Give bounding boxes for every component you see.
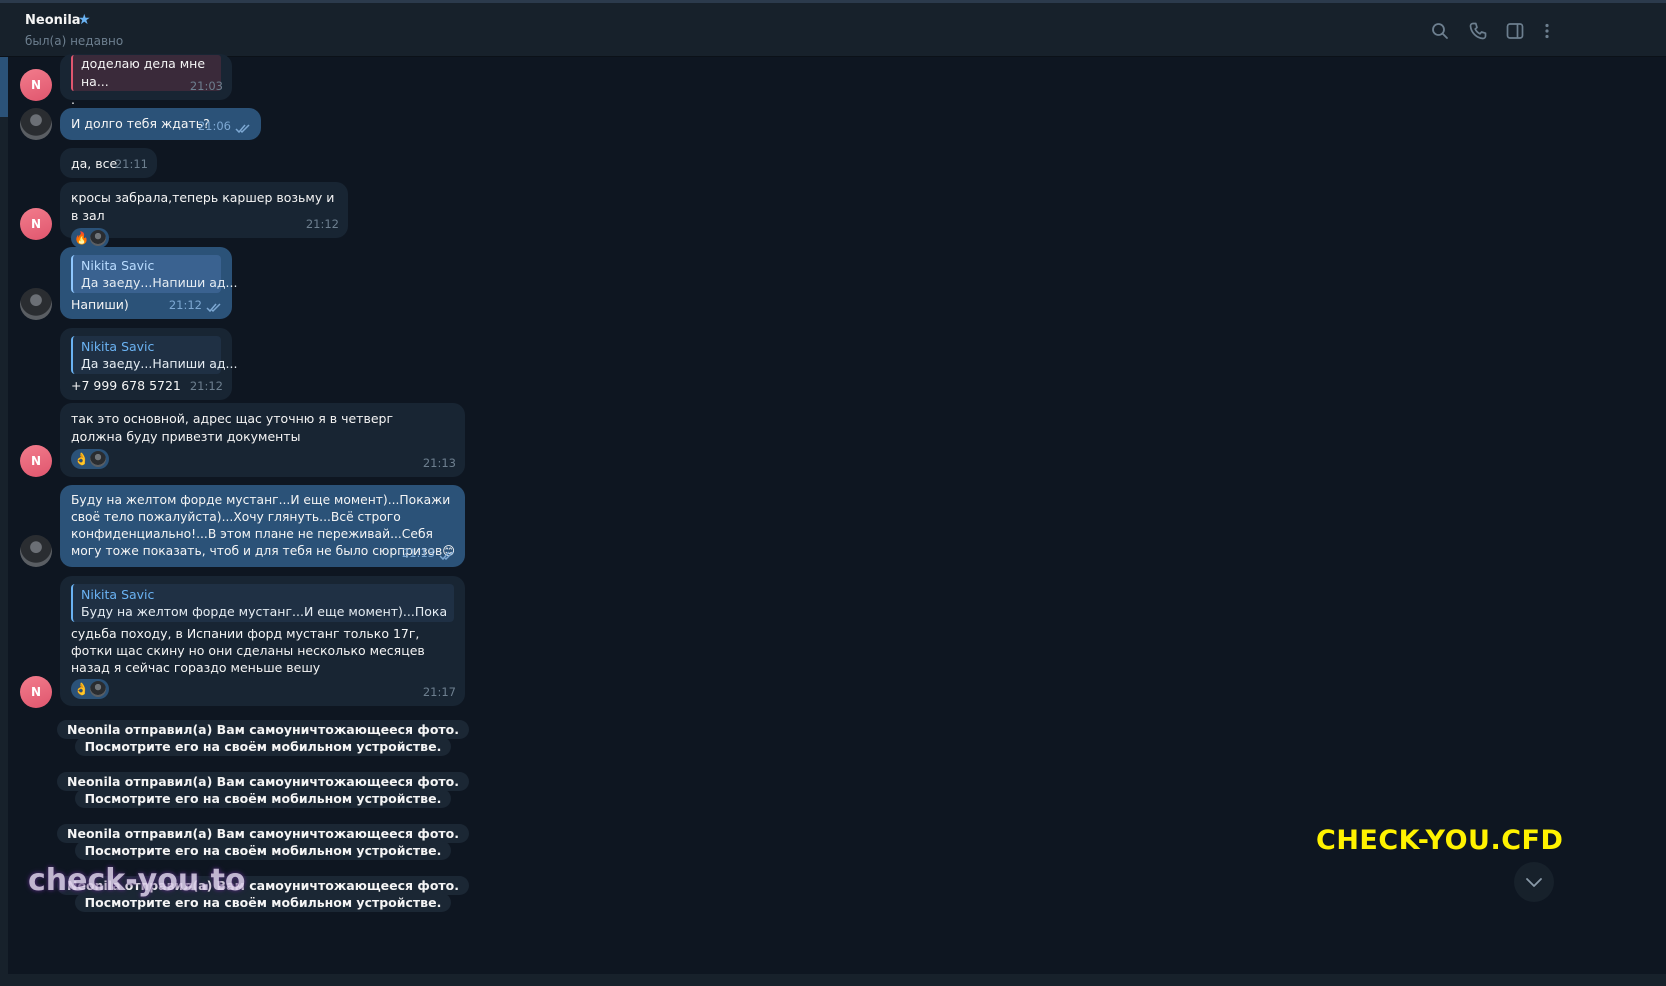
reply-sender: Nikita Savic bbox=[81, 339, 155, 354]
avatar[interactable]: N bbox=[20, 676, 52, 708]
message-bubble[interactable]: кросы забрала,теперь каршер возьму и в з… bbox=[60, 182, 348, 248]
fire-reaction-icon: 🔥 bbox=[74, 231, 89, 245]
reaction-badge[interactable]: 👌 bbox=[71, 679, 109, 699]
read-checkmark-icon bbox=[206, 303, 221, 313]
chevron-down-icon bbox=[1526, 878, 1542, 887]
message-time: 21:12 bbox=[305, 217, 339, 231]
service-message: Neonila отправил(а) Вам самоуничтожающее… bbox=[27, 772, 499, 808]
service-message: Neonila отправил(а) Вам самоуничтожающее… bbox=[27, 824, 499, 860]
read-checkmark-icon bbox=[439, 551, 454, 561]
reply-quote[interactable]: Nikita Savic Да заеду...Напиши ад... bbox=[71, 336, 238, 374]
message-bubble[interactable]: Nikita Savic Да заеду...Напиши ад... +7 … bbox=[60, 328, 238, 400]
message-text: так это основной, адрес щас уточню я в ч… bbox=[71, 411, 397, 444]
message-time: 21:11 bbox=[114, 157, 148, 171]
read-checkmark-icon bbox=[235, 124, 250, 134]
message-time: 21:12 bbox=[168, 298, 202, 312]
reaction-badge[interactable]: 🔥 bbox=[71, 228, 109, 248]
message-time: 21:03 bbox=[189, 79, 223, 93]
message-bubble[interactable]: Буду на желтом форде мустанг...И еще мом… bbox=[60, 485, 465, 567]
message-time: 21:13 bbox=[422, 456, 456, 470]
avatar[interactable]: N bbox=[20, 69, 52, 101]
reactor-avatar bbox=[90, 230, 106, 246]
reply-text: Да заеду...Напиши ад... bbox=[81, 356, 238, 371]
ok-hand-reaction-icon: 👌 bbox=[74, 452, 89, 466]
active-chat-indicator[interactable] bbox=[0, 57, 8, 117]
my-avatar[interactable] bbox=[20, 535, 52, 567]
watermark-right: CHECK-YOU.CFD bbox=[1316, 825, 1564, 856]
message-text: судьба походу, в Испании форд мустанг то… bbox=[71, 626, 429, 675]
message-time: 21:17 bbox=[422, 685, 456, 699]
scroll-down-button[interactable] bbox=[1514, 862, 1554, 902]
message-time: 21:06 bbox=[197, 119, 231, 133]
reply-text: Да заеду...Напиши ад... bbox=[81, 275, 238, 290]
reply-sender: Nikita Savic bbox=[81, 587, 155, 602]
contact-name[interactable]: Neonila bbox=[25, 13, 81, 28]
reactor-avatar bbox=[90, 681, 106, 697]
message-bubble[interactable]: Nikita Savic Буду на желтом форде мустан… bbox=[60, 576, 465, 706]
composer-edge bbox=[8, 974, 1666, 986]
message-bubble[interactable]: так это основной, адрес щас уточню я в ч… bbox=[60, 403, 465, 477]
reaction-badge[interactable]: 👌 bbox=[71, 449, 109, 469]
premium-star-icon: ★ bbox=[78, 12, 91, 28]
message-text: Буду на желтом форде мустанг...И еще мом… bbox=[71, 493, 456, 558]
avatar[interactable]: N bbox=[20, 208, 52, 240]
sidebar-toggle-icon[interactable] bbox=[1505, 21, 1525, 41]
search-icon[interactable] bbox=[1430, 21, 1450, 41]
ok-hand-reaction-icon: 👌 bbox=[74, 682, 89, 696]
phone-icon[interactable] bbox=[1468, 21, 1488, 41]
reactor-avatar bbox=[90, 451, 106, 467]
reply-quote[interactable]: Nikita Savic Буду на желтом форде мустан… bbox=[71, 584, 454, 622]
message-text: кросы забрала,теперь каршер возьму и в з… bbox=[71, 190, 339, 223]
message-time: 21:13 bbox=[401, 546, 435, 560]
message-bubble[interactable]: да, все 21:11 bbox=[60, 148, 157, 178]
watermark-left: check-you.to bbox=[28, 863, 246, 898]
more-vertical-icon[interactable] bbox=[1537, 21, 1557, 41]
message-time: 21:12 bbox=[189, 379, 223, 393]
message-bubble[interactable]: доделаю дела мне на... . 21:03 bbox=[60, 54, 232, 107]
reply-text: Буду на желтом форде мустанг...И еще мом… bbox=[81, 604, 446, 619]
chat-header[interactable]: Neonila ★ был(а) недавно bbox=[0, 3, 1666, 57]
contact-status: был(а) недавно bbox=[25, 34, 124, 48]
chat-list-edge bbox=[0, 57, 8, 986]
reply-quote[interactable]: Nikita Savic Да заеду...Напиши ад... bbox=[71, 255, 238, 293]
message-bubble[interactable]: И долго тебя ждать? 21:06 bbox=[60, 108, 261, 140]
my-avatar[interactable] bbox=[20, 288, 52, 320]
reply-sender: Nikita Savic bbox=[81, 258, 155, 273]
service-message: Neonila отправил(а) Вам самоуничтожающее… bbox=[27, 720, 499, 756]
avatar[interactable]: N bbox=[20, 445, 52, 477]
my-avatar[interactable] bbox=[20, 108, 52, 140]
message-bubble[interactable]: Nikita Savic Да заеду...Напиши ад... Нап… bbox=[60, 247, 238, 319]
